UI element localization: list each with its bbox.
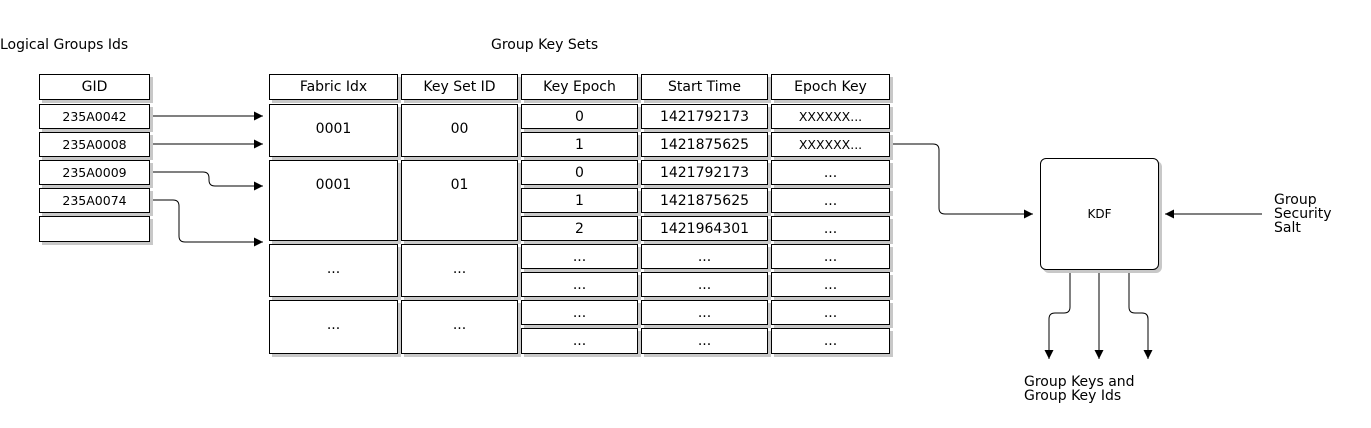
key-set-id-cell: 01 <box>401 160 518 241</box>
key-epoch-cell: ... <box>521 300 638 325</box>
start-time-cell: ... <box>641 244 768 269</box>
header-epoch-key: Epoch Key <box>771 74 890 100</box>
kdf-box: KDF <box>1040 158 1159 270</box>
gid-row: 235A0074 <box>39 188 150 213</box>
header-key-set-id: Key Set ID <box>401 74 518 100</box>
gid-header: GID <box>39 74 150 100</box>
kdf-output-arrow-left <box>1044 271 1071 359</box>
connector-lines <box>150 111 1262 359</box>
start-time-cell: ... <box>641 272 768 297</box>
epoch-key-cell: ... <box>771 216 890 241</box>
logical-groups-title: Logical Groups Ids <box>0 37 129 53</box>
epoch-key-cell: ... <box>771 160 890 185</box>
key-set-id-cell: 00 <box>401 104 518 157</box>
key-epoch-cell: 0 <box>521 104 638 129</box>
start-time-cell: ... <box>641 300 768 325</box>
key-set-id-cell: ... <box>401 300 518 354</box>
key-epoch-cell: 1 <box>521 188 638 213</box>
header-fabric-idx: Fabric Idx <box>269 74 398 100</box>
epoch-key-cell: XXXXXX... <box>771 104 890 129</box>
gid-235a0009-arrow <box>150 171 263 191</box>
group-security-salt-label: Group Security Salt <box>1274 192 1332 236</box>
epoch-key-to-kdf-arrow <box>890 143 1033 219</box>
key-sets-title: Group Key Sets <box>491 37 599 53</box>
key-epoch-cell: 2 <box>521 216 638 241</box>
gid-235a0074-arrow <box>150 199 263 247</box>
start-time-cell: ... <box>641 328 768 354</box>
key-set-id-cell: ... <box>401 244 518 297</box>
start-time-cell: 1421964301 <box>641 216 768 241</box>
start-time-cell: 1421875625 <box>641 188 768 213</box>
key-epoch-cell: 0 <box>521 160 638 185</box>
fabric-idx-cell: ... <box>269 300 398 354</box>
start-time-cell: 1421792173 <box>641 104 768 129</box>
key-epoch-cell: ... <box>521 244 638 269</box>
epoch-key-cell: XXXXXX... <box>771 132 890 157</box>
gid-row-empty <box>39 216 150 242</box>
fabric-idx-cell: ... <box>269 244 398 297</box>
gid-row: 235A0042 <box>39 104 150 129</box>
epoch-key-cell: ... <box>771 244 890 269</box>
epoch-key-cell: ... <box>771 300 890 325</box>
epoch-key-cell: ... <box>771 328 890 354</box>
fabric-idx-cell: 0001 <box>269 104 398 157</box>
header-start-time: Start Time <box>641 74 768 100</box>
key-epoch-cell: ... <box>521 328 638 354</box>
start-time-cell: 1421792173 <box>641 160 768 185</box>
fabric-idx-cell: 0001 <box>269 160 398 241</box>
group-keys-output-label: Group Keys and Group Key Ids <box>1024 374 1135 404</box>
kdf-output-arrow-right <box>1128 271 1153 359</box>
start-time-cell: 1421875625 <box>641 132 768 157</box>
gid-row: 235A0009 <box>39 160 150 185</box>
key-epoch-cell: ... <box>521 272 638 297</box>
gid-row: 235A0008 <box>39 132 150 157</box>
header-key-epoch: Key Epoch <box>521 74 638 100</box>
epoch-key-cell: ... <box>771 188 890 213</box>
epoch-key-cell: ... <box>771 272 890 297</box>
key-epoch-cell: 1 <box>521 132 638 157</box>
